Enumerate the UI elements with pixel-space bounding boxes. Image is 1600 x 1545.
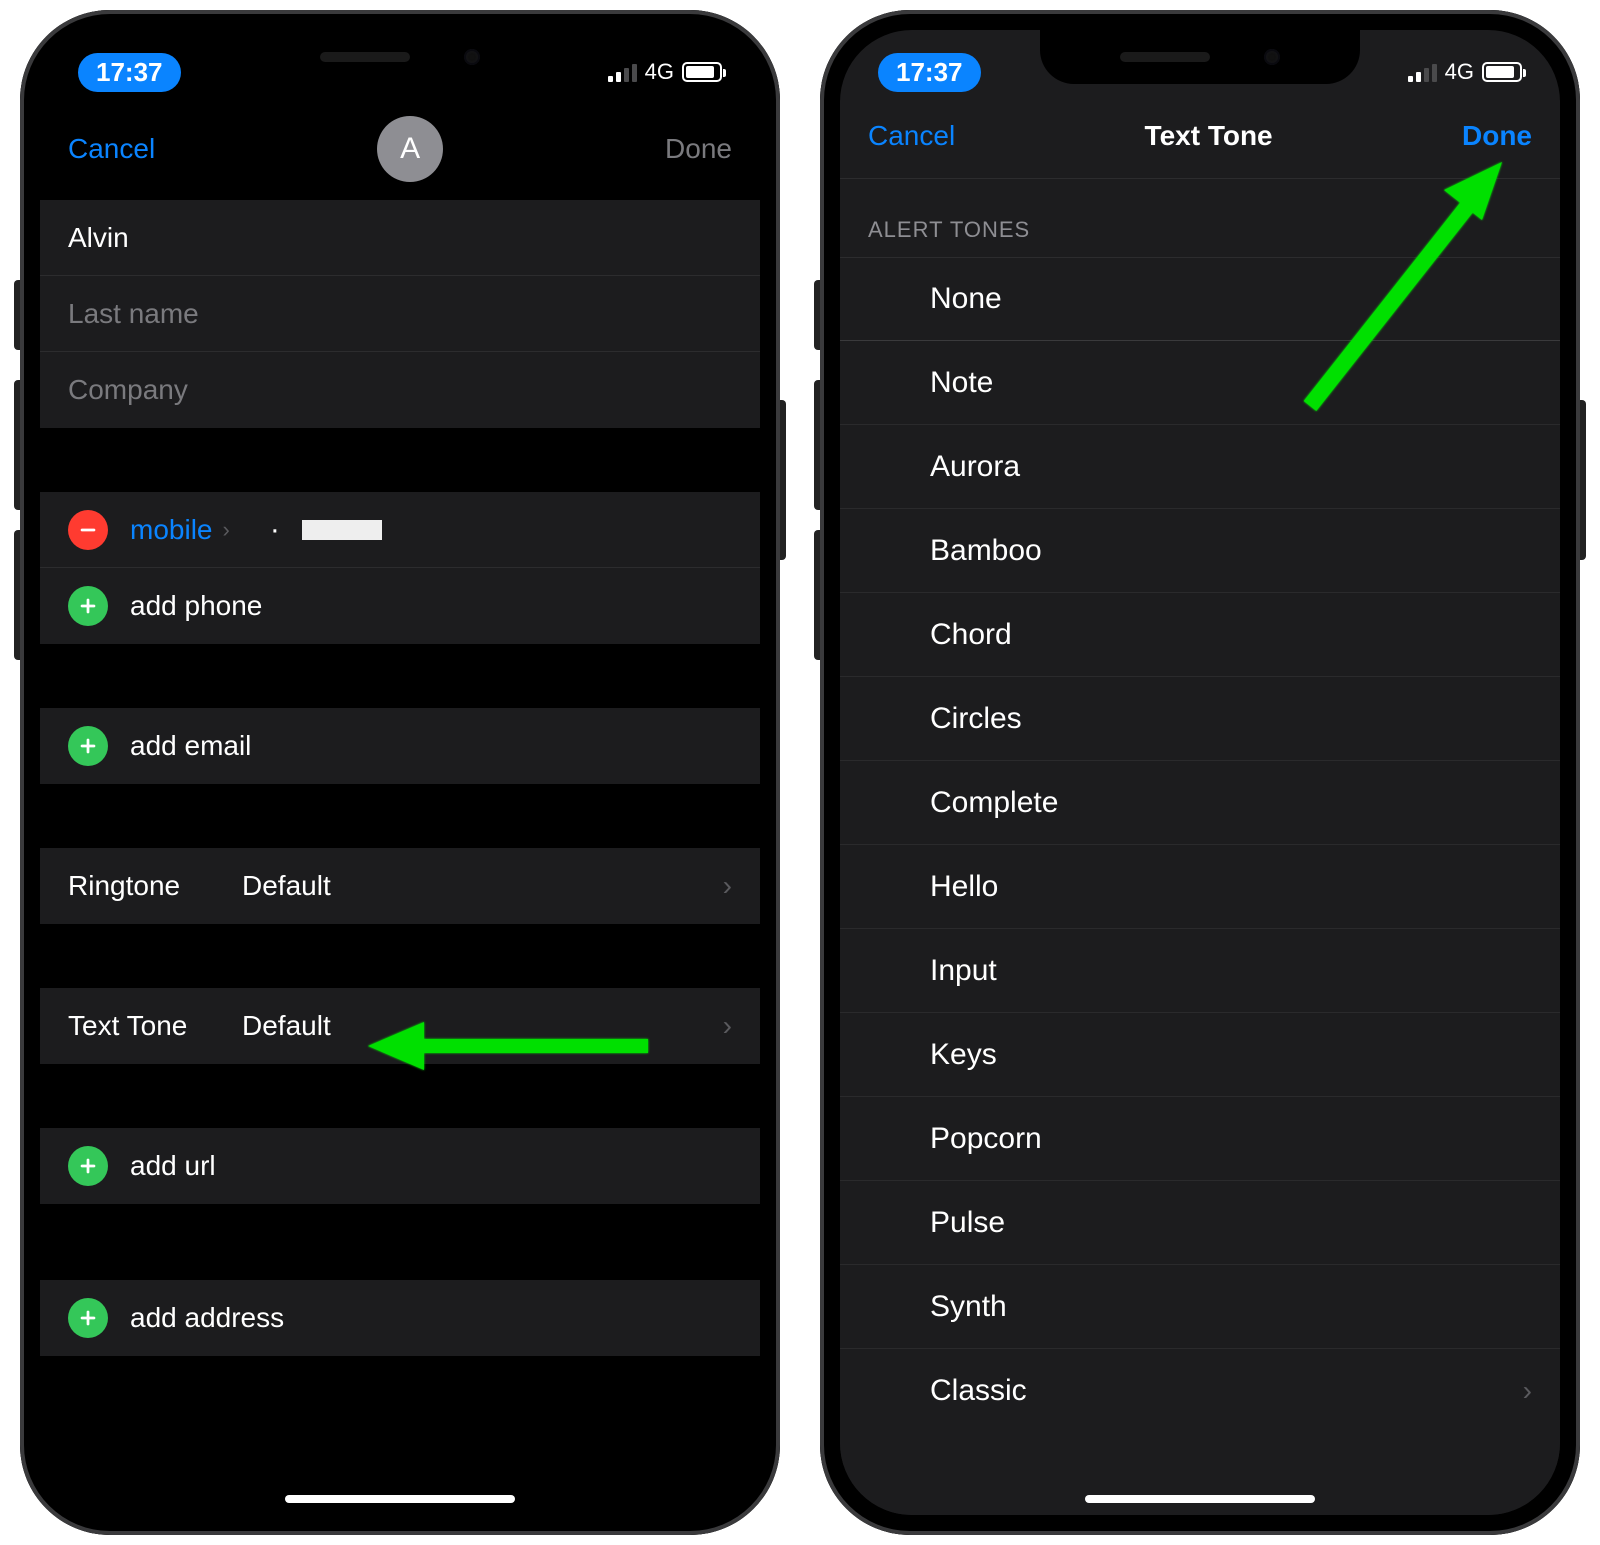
tone-row[interactable]: Classic › (840, 1349, 1560, 1433)
screen-contact-edit: 17:37 4G Cancel A Done Alvin Last name (40, 30, 760, 1515)
cancel-button[interactable]: Cancel (868, 120, 955, 152)
home-indicator[interactable] (285, 1495, 515, 1503)
tone-row[interactable]: Aurora (840, 425, 1560, 509)
tone-row[interactable]: Popcorn (840, 1097, 1560, 1181)
plus-icon (68, 1298, 108, 1338)
phone-type-selector[interactable]: mobile› (130, 514, 230, 546)
home-indicator[interactable] (1085, 1495, 1315, 1503)
cancel-button[interactable]: Cancel (68, 133, 155, 165)
texttone-label: Text Tone (68, 1010, 218, 1042)
chevron-right-icon: › (222, 517, 229, 543)
company-placeholder: Company (68, 374, 188, 406)
ringtone-value: Default (242, 870, 331, 902)
avatar[interactable]: A (377, 116, 443, 182)
battery-icon (682, 62, 722, 82)
phone-value-partial: · (270, 513, 280, 547)
nav-bar: Cancel A Done (40, 100, 760, 200)
texttone-value: Default (242, 1010, 331, 1042)
phone-right: 17:37 4G Cancel Text Tone Done ALERT TON… (820, 10, 1580, 1535)
texttone-row[interactable]: Text Tone Default › (40, 988, 760, 1064)
signal-icon (608, 62, 637, 82)
tone-label: Complete (930, 786, 1058, 820)
tone-label: Hello (930, 870, 998, 904)
tone-row[interactable]: None (840, 257, 1560, 341)
notch (1040, 30, 1360, 84)
ringtone-label: Ringtone (68, 870, 218, 902)
company-field[interactable]: Company (40, 352, 760, 428)
tone-row[interactable]: Pulse (840, 1181, 1560, 1265)
tone-row[interactable]: Chord (840, 593, 1560, 677)
signal-icon (1408, 62, 1437, 82)
add-phone-label: add phone (130, 590, 262, 622)
tone-label: Classic (930, 1374, 1027, 1408)
tone-label: Aurora (930, 450, 1020, 484)
network-label: 4G (645, 59, 674, 85)
tone-row[interactable]: Circles (840, 677, 1560, 761)
tone-row[interactable]: Bamboo (840, 509, 1560, 593)
tone-label: Circles (930, 702, 1022, 736)
add-address-label: add address (130, 1302, 284, 1334)
phone-value-redacted (302, 520, 382, 540)
done-button: Done (665, 133, 732, 165)
tone-label: Synth (930, 1290, 1007, 1324)
plus-icon (68, 586, 108, 626)
nav-bar: Cancel Text Tone Done (840, 100, 1560, 179)
network-label: 4G (1445, 59, 1474, 85)
add-phone-button[interactable]: add phone (40, 568, 760, 644)
tone-row[interactable]: Input (840, 929, 1560, 1013)
add-email-label: add email (130, 730, 251, 762)
tone-row[interactable]: Complete (840, 761, 1560, 845)
done-button[interactable]: Done (1462, 120, 1532, 152)
tone-row[interactable]: Note (840, 341, 1560, 425)
phone-row[interactable]: mobile› · (40, 492, 760, 568)
tone-label: None (930, 282, 1002, 316)
page-title: Text Tone (1145, 120, 1273, 152)
tone-label: Chord (930, 618, 1012, 652)
first-name-field[interactable]: Alvin (40, 200, 760, 276)
add-url-label: add url (130, 1150, 216, 1182)
chevron-right-icon: › (1523, 1375, 1532, 1407)
remove-phone-icon[interactable] (68, 510, 108, 550)
plus-icon (68, 726, 108, 766)
add-email-button[interactable]: add email (40, 708, 760, 784)
alert-tones-list: None Note Aurora Bamboo Chord Circles Complete… (840, 257, 1560, 1433)
last-name-field[interactable]: Last name (40, 276, 760, 352)
status-time: 17:37 (878, 53, 981, 92)
add-url-button[interactable]: add url (40, 1128, 760, 1204)
chevron-right-icon: › (723, 1010, 732, 1042)
tone-label: Bamboo (930, 534, 1042, 568)
tone-label: Note (930, 366, 993, 400)
last-name-placeholder: Last name (68, 298, 199, 330)
tone-label: Popcorn (930, 1122, 1042, 1156)
tone-label: Pulse (930, 1206, 1005, 1240)
ringtone-row[interactable]: Ringtone Default › (40, 848, 760, 924)
tone-label: Keys (930, 1038, 997, 1072)
notch (240, 30, 560, 84)
tone-row[interactable]: Synth (840, 1265, 1560, 1349)
battery-icon (1482, 62, 1522, 82)
add-address-button[interactable]: add address (40, 1280, 760, 1356)
tone-row[interactable]: Keys (840, 1013, 1560, 1097)
first-name-value: Alvin (68, 222, 129, 254)
plus-icon (68, 1146, 108, 1186)
phone-left: 17:37 4G Cancel A Done Alvin Last name (20, 10, 780, 1535)
section-header-alert-tones: ALERT TONES (840, 179, 1560, 257)
chevron-right-icon: › (723, 870, 732, 902)
status-time: 17:37 (78, 53, 181, 92)
tone-label: Input (930, 954, 997, 988)
screen-text-tone: 17:37 4G Cancel Text Tone Done ALERT TON… (840, 30, 1560, 1515)
tone-row[interactable]: Hello (840, 845, 1560, 929)
